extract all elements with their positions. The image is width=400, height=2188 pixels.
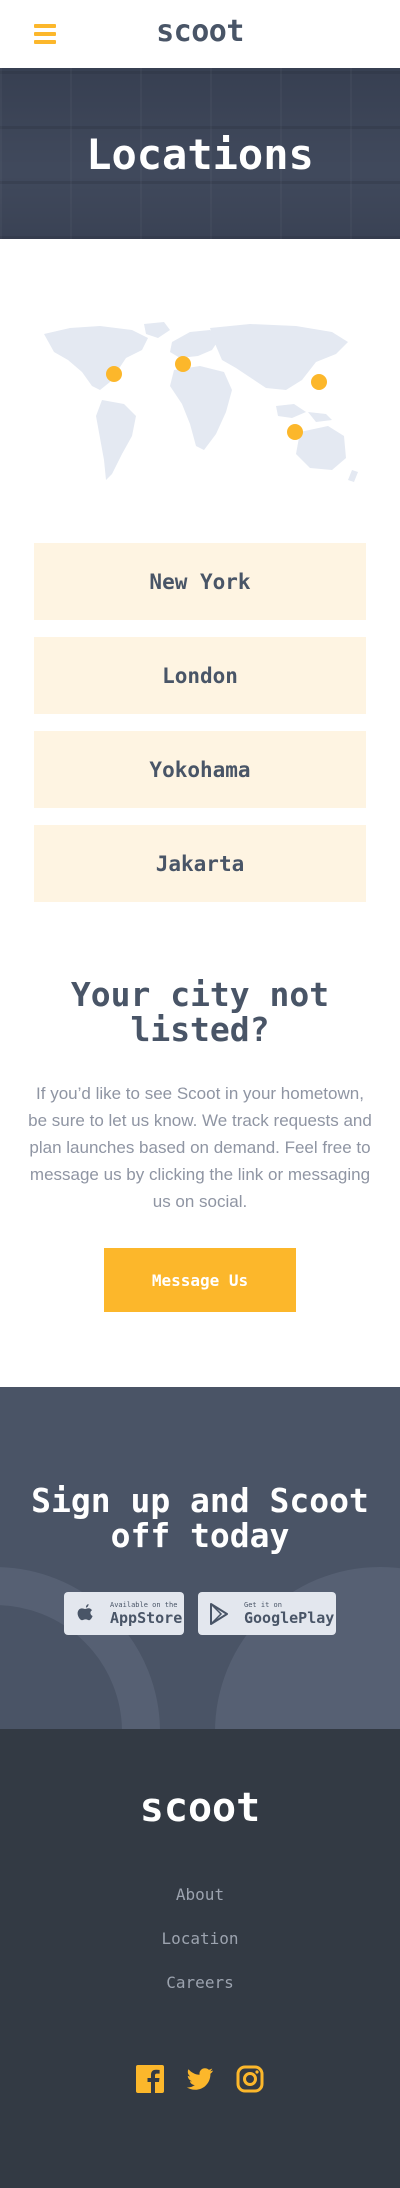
world-map [44, 322, 358, 482]
appstore-big-text: AppStore [110, 1609, 183, 1627]
map-pin-yokohama [311, 374, 327, 390]
map-pin-london [175, 356, 191, 372]
googleplay-big-text: GooglePlay [244, 1609, 335, 1627]
cta-description: If you’d like to see Scoot in your homet… [28, 1084, 372, 1211]
footer-link-about[interactable]: About [0, 1885, 400, 1904]
appstore-badge[interactable]: Available on the AppStore [64, 1592, 184, 1635]
map-pin-new-york [106, 366, 122, 382]
location-card-new-york[interactable]: New York [34, 543, 366, 620]
location-card-jakarta[interactable]: Jakarta [34, 825, 366, 902]
twitter-icon[interactable] [186, 2065, 214, 2093]
page-title: Locations [86, 130, 314, 179]
hero-banner: Locations [0, 68, 400, 239]
location-card-yokohama[interactable]: Yokohama [34, 731, 366, 808]
facebook-icon[interactable] [136, 2065, 164, 2093]
signup-heading-line1: Sign up and Scoot [31, 1481, 369, 1520]
googleplay-badge[interactable]: Get it on GooglePlay [198, 1592, 336, 1635]
footer-link-location[interactable]: Location [0, 1929, 400, 1948]
message-us-button[interactable]: Message Us [104, 1248, 296, 1312]
footer-logo[interactable]: scoot [0, 1785, 400, 1831]
cta-heading-line2: listed? [130, 1010, 270, 1049]
cta-heading: Your city not listed? [20, 977, 380, 1047]
footer-link-careers[interactable]: Careers [0, 1973, 400, 1992]
cta-heading-line1: Your city not [70, 975, 330, 1014]
site-footer: scoot About Location Careers [0, 1729, 400, 2188]
signup-section: Sign up and Scoot off today Available on… [0, 1387, 400, 1729]
site-header: scoot [0, 0, 400, 68]
signup-heading-line2: off today [110, 1516, 290, 1555]
apple-icon [74, 1603, 96, 1625]
play-store-icon [208, 1602, 230, 1625]
instagram-icon[interactable] [236, 2065, 264, 2093]
signup-heading: Sign up and Scoot off today [10, 1483, 390, 1553]
site-logo[interactable]: scoot [0, 14, 400, 49]
map-pin-jakarta [287, 424, 303, 440]
location-card-london[interactable]: London [34, 637, 366, 714]
